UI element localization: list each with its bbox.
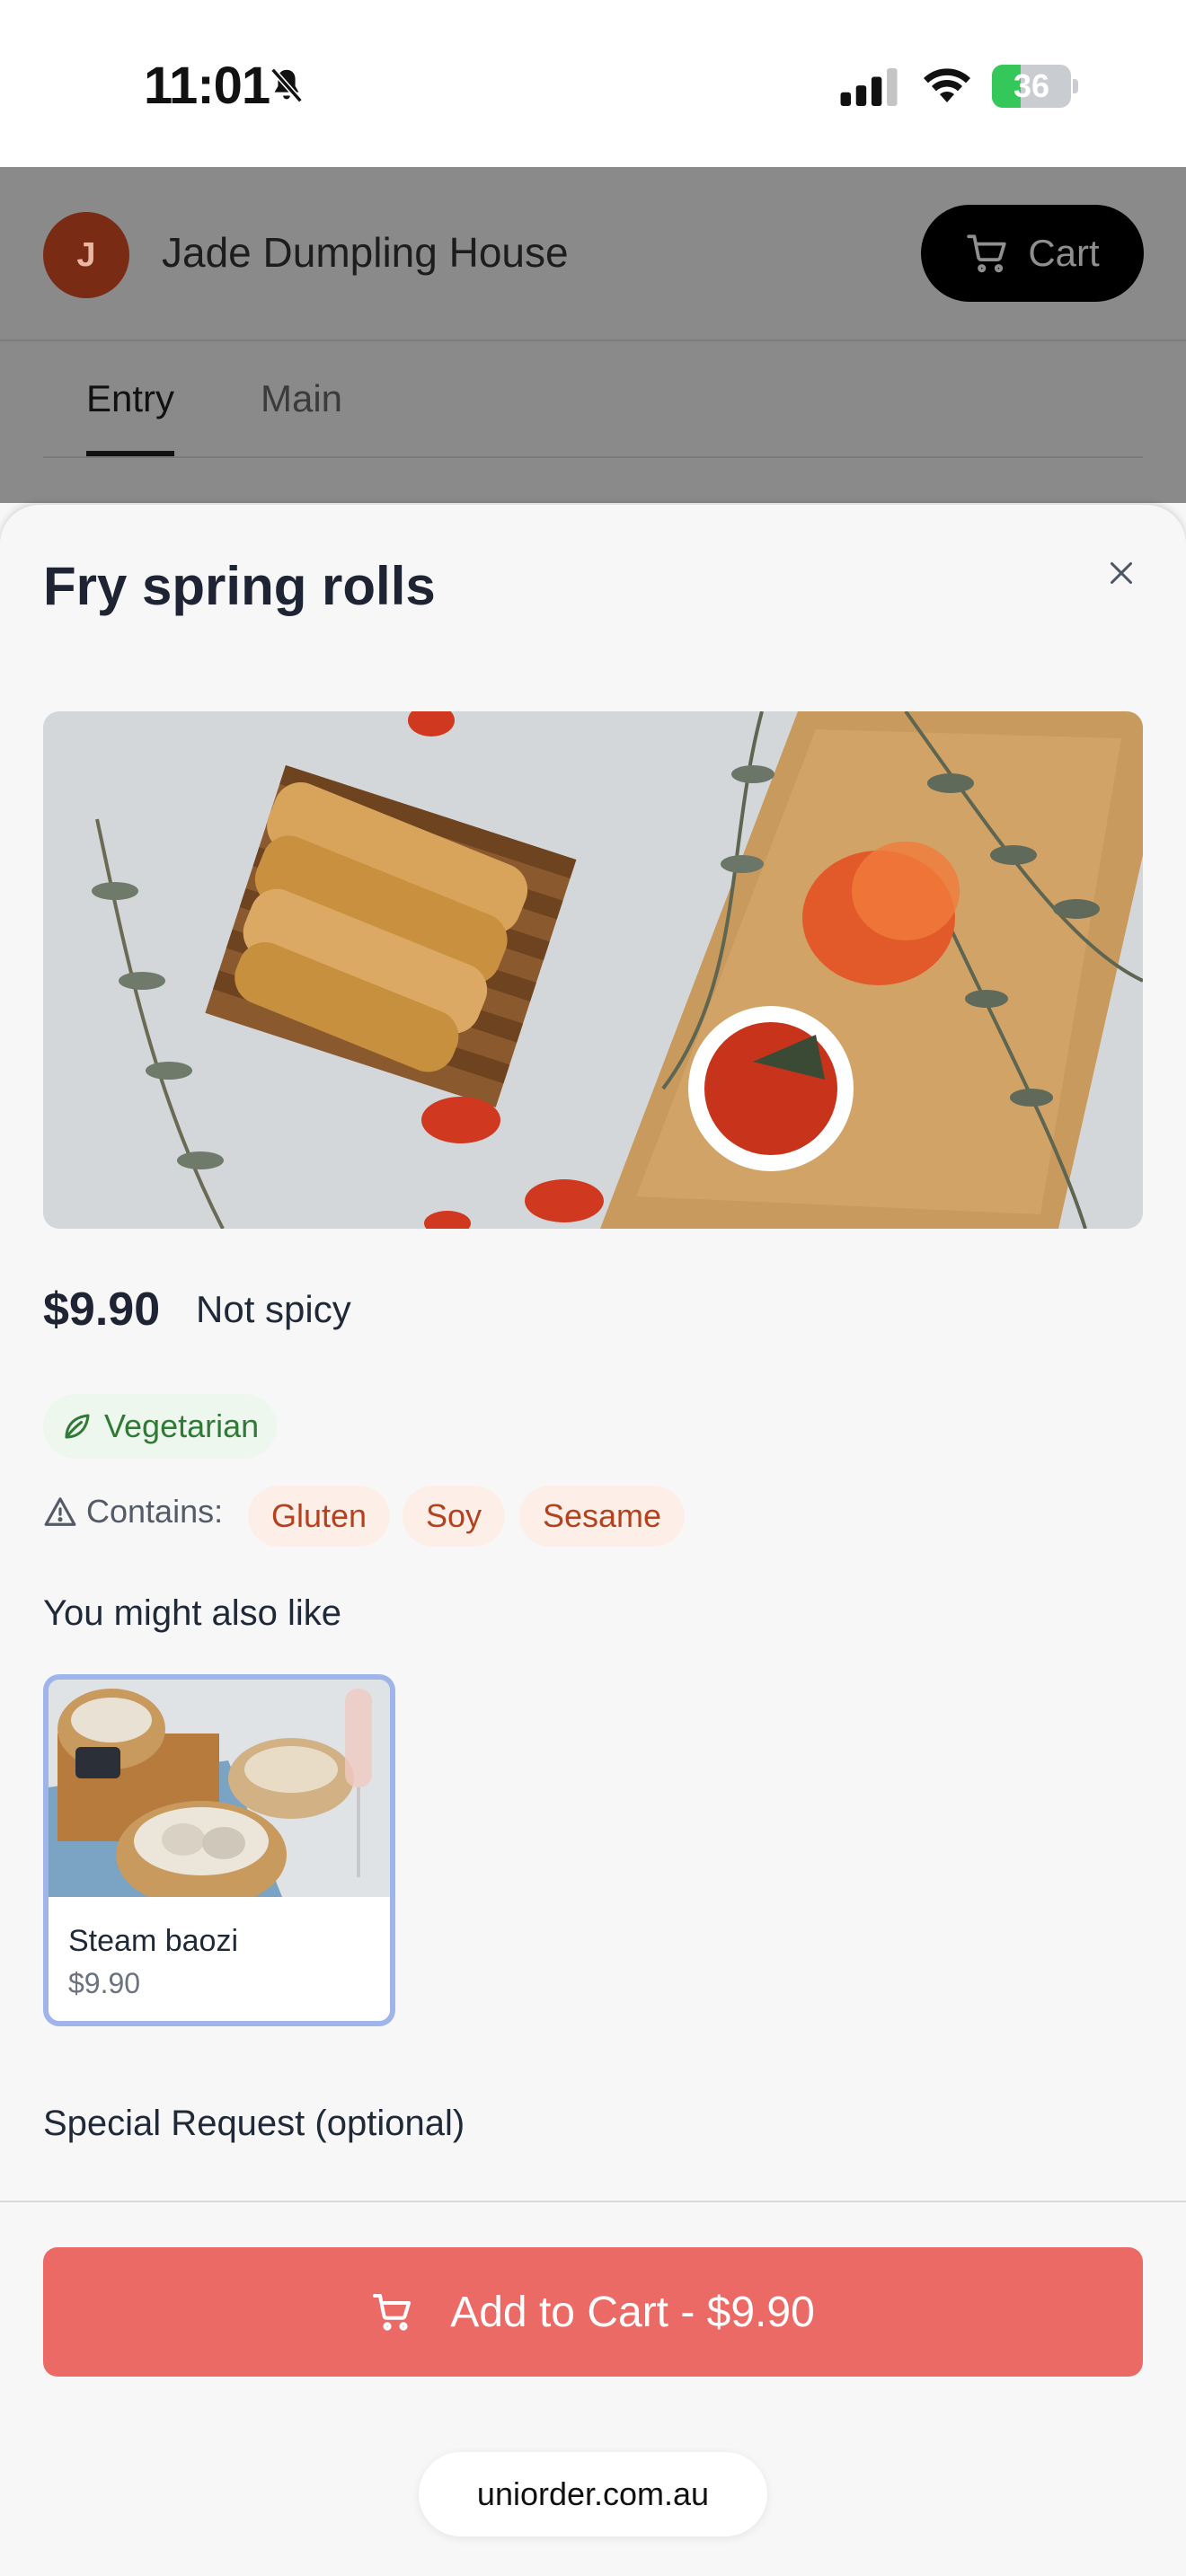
leaf-icon (65, 1414, 90, 1439)
close-icon (1111, 562, 1132, 584)
warning-icon (44, 1497, 76, 1526)
cart-button[interactable]: Cart (921, 205, 1144, 302)
tab-entry[interactable]: Entry (86, 377, 174, 420)
special-request-label: Special Request (optional) (43, 2104, 465, 2143)
recommendation-photo (49, 1680, 390, 1897)
item-price: $9.90 (43, 1284, 161, 1336)
app-header: J Jade Dumpling House Cart (0, 167, 1186, 341)
browser-url-bar[interactable]: uniorder.com.au (419, 2452, 767, 2536)
status-bar: 11:01 36 (0, 0, 1186, 167)
avatar: J (43, 212, 129, 298)
spice-level: Not spicy (196, 1288, 351, 1330)
add-to-cart-label: Add to Cart - $9.90 (450, 2288, 815, 2336)
recommendation-card[interactable]: Steam baozi $9.90 (43, 1674, 395, 2026)
add-to-cart-button[interactable]: Add to Cart - $9.90 (43, 2247, 1143, 2377)
battery-icon: 36 (992, 65, 1078, 108)
wifi-icon (924, 68, 970, 102)
category-tabs: Entry Main (0, 341, 1186, 503)
close-button[interactable] (1096, 548, 1146, 598)
restaurant-name: Jade Dumpling House (162, 229, 569, 276)
vegetarian-badge: Vegetarian (43, 1394, 278, 1459)
allergen-notice: Contains: (43, 1493, 223, 1531)
cart-icon (967, 234, 1006, 273)
tab-main[interactable]: Main (261, 377, 342, 420)
allergen-chip-gluten: Gluten (248, 1486, 391, 1547)
recommendations-heading: You might also like (43, 1593, 342, 1633)
contains-label: Contains: (86, 1493, 224, 1530)
tabs-divider (43, 456, 1143, 458)
recommendation-name: Steam baozi (68, 1924, 238, 1958)
item-photo (43, 711, 1143, 1229)
signal-icon (840, 68, 898, 106)
status-time: 11:01 (144, 57, 270, 115)
bottom-action-bar: Add to Cart - $9.90 uniorder.com.au (0, 2201, 1186, 2576)
cart-icon (373, 2294, 412, 2331)
bell-slash-icon (270, 67, 303, 103)
recommendation-price: $9.90 (68, 1967, 141, 1999)
allergen-chip-soy: Soy (403, 1486, 506, 1547)
item-title: Fry spring rolls (43, 556, 436, 616)
battery-level: 36 (1013, 67, 1050, 104)
vegetarian-label: Vegetarian (104, 1407, 260, 1444)
allergen-chip-sesame: Sesame (519, 1486, 686, 1547)
cart-label: Cart (1028, 232, 1100, 274)
